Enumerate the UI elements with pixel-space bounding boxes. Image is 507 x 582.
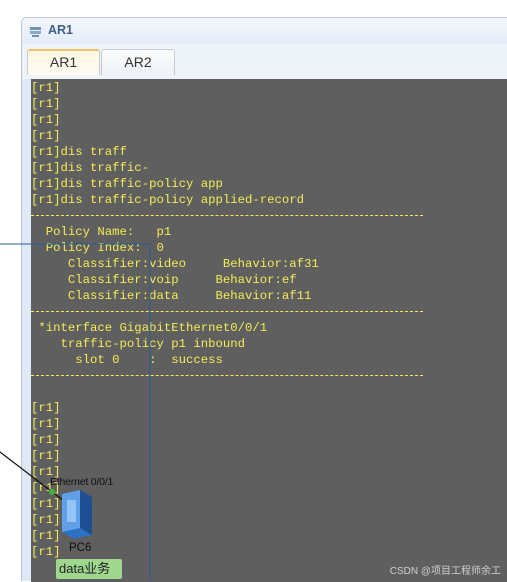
console-line: [r1]: [31, 433, 61, 447]
pc-label[interactable]: PC6: [69, 542, 91, 554]
console-line: [r1]: [31, 129, 61, 143]
console-line: [r1]: [31, 97, 61, 111]
tab-ar1[interactable]: AR1: [27, 49, 100, 75]
interface-line: traffic-policy p1 inbound: [31, 337, 246, 351]
console-line: [r1]dis traffic-policy applied-record: [31, 193, 305, 207]
interface-line: slot 0 : success: [31, 353, 223, 367]
console-line: [r1]: [31, 81, 61, 95]
device-console-window: AR1 AR1 AR2 [r1] [r1] [r1] [r1] [r1]dis …: [21, 17, 507, 582]
classifier-line: Classifier:video Behavior:af31: [31, 257, 319, 271]
router-icon: [30, 27, 41, 37]
console-line: [r1]: [31, 529, 61, 543]
watermark: CSDN @项目工程师余工: [389, 566, 501, 577]
console-line: [r1]: [31, 417, 61, 431]
tab-ar2[interactable]: AR2: [101, 49, 175, 75]
separator-line: [31, 215, 423, 217]
console-output[interactable]: [r1] [r1] [r1] [r1] [r1]dis traff [r1]di…: [31, 79, 507, 582]
window-titlebar: AR1: [22, 18, 507, 44]
console-line: [r1]: [31, 113, 61, 127]
service-badge: data业务: [56, 559, 122, 579]
console-line: [r1]: [31, 545, 61, 559]
console-line: [r1]: [31, 449, 61, 463]
console-line: [r1]: [31, 497, 61, 511]
classifier-line: Classifier:data Behavior:af11: [31, 289, 312, 303]
console-line: [r1]: [31, 401, 61, 415]
tab-strip: AR1 AR2: [22, 44, 507, 79]
separator-line: [31, 375, 423, 377]
window-title: AR1: [48, 23, 74, 37]
console-line: [r1]dis traffic-policy app: [31, 177, 223, 191]
port-label: Ethernet 0/0/1: [50, 476, 114, 488]
policy-name-line: Policy Name: p1: [31, 225, 172, 239]
interface-line: *interface GigabitEthernet0/0/1: [31, 321, 268, 335]
separator-line: [31, 311, 423, 313]
console-line: [r1]dis traffic-: [31, 161, 150, 175]
console-line: [r1]: [31, 513, 61, 527]
classifier-line: Classifier:voip Behavior:ef: [31, 273, 297, 287]
policy-index-line: Policy Index: 0: [31, 241, 164, 255]
console-line: [r1]dis traff: [31, 145, 127, 159]
